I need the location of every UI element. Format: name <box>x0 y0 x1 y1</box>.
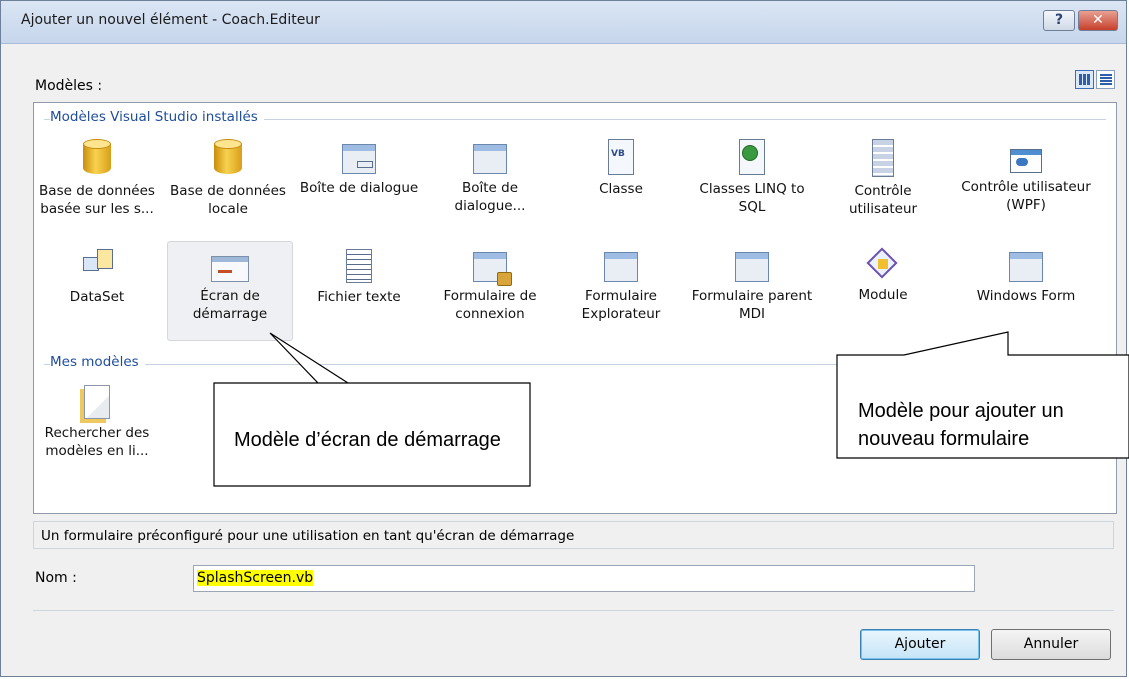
models-label: Modèles : <box>35 78 103 94</box>
splash-screen-icon <box>211 256 249 282</box>
name-input[interactable]: SplashScreen.vb <box>193 565 975 592</box>
about-dialog-icon <box>473 144 507 174</box>
template-item-dataset[interactable]: DataSet <box>34 247 160 306</box>
template-item-database-service[interactable]: Base de données basée sur les s... <box>34 139 160 218</box>
window-title: Ajouter un nouvel élément - Coach.Editeu… <box>21 12 320 28</box>
template-label: Contrôle utilisateur <box>848 183 918 217</box>
template-label: Base de données locale <box>170 183 286 217</box>
text-file-icon <box>346 249 372 283</box>
template-label: Boîte de dialogue <box>299 180 419 196</box>
template-item-wpf-control[interactable]: Contrôle utilisateur (WPF) <box>951 139 1101 214</box>
template-item-search-online[interactable]: Rechercher des modèles en li... <box>34 385 160 460</box>
template-label: Écran de démarrage <box>192 288 268 322</box>
cancel-button[interactable]: Annuler <box>991 629 1111 660</box>
user-control-icon <box>872 139 894 177</box>
explorer-form-icon <box>604 252 638 282</box>
mdi-form-icon <box>735 252 769 282</box>
template-item-module[interactable]: Module <box>820 247 946 304</box>
add-new-item-dialog: Ajouter un nouvel élément - Coach.Editeu… <box>0 0 1127 677</box>
template-item-user-control[interactable]: Contrôle utilisateur <box>820 139 946 218</box>
login-form-icon <box>473 252 512 286</box>
template-label: Formulaire Explorateur <box>581 288 661 322</box>
template-description: Un formulaire préconfiguré pour une util… <box>33 521 1114 549</box>
template-item-about-dialog[interactable]: Boîte de dialogue... <box>427 139 553 215</box>
template-label: Fichier texte <box>317 289 401 305</box>
template-item-text-file[interactable]: Fichier texte <box>296 247 422 306</box>
divider <box>33 610 1114 611</box>
list-view-icon[interactable] <box>1096 70 1115 89</box>
name-input-value: SplashScreen.vb <box>197 570 314 586</box>
template-item-class[interactable]: Classe <box>558 139 684 198</box>
large-icons-view-icon[interactable] <box>1075 70 1094 89</box>
wpf-control-icon <box>1010 149 1042 173</box>
section-title-mine: Mes modèles <box>50 354 145 370</box>
template-item-local-database[interactable]: Base de données locale <box>165 139 291 218</box>
name-label: Nom : <box>35 570 77 586</box>
template-label: Classe <box>599 181 643 197</box>
search-online-icon <box>84 385 110 419</box>
template-item-windows-form[interactable]: Windows Form <box>951 247 1101 305</box>
dialog-icon <box>342 144 376 174</box>
database-icon <box>83 139 111 177</box>
template-item-dialog[interactable]: Boîte de dialogue <box>296 139 422 197</box>
template-label: Formulaire de connexion <box>443 288 537 322</box>
template-label: Base de données basée sur les s... <box>39 183 155 217</box>
section-divider <box>44 364 1106 365</box>
callout-splash-text: Modèle d’écran de démarrage <box>234 429 501 451</box>
template-label: Formulaire parent MDI <box>691 288 813 322</box>
template-label: DataSet <box>69 289 125 305</box>
close-button[interactable]: ✕ <box>1078 10 1118 31</box>
callout-form-text: Modèle pour ajouter un nouveau formulair… <box>858 400 1064 450</box>
help-button[interactable]: ? <box>1043 10 1075 31</box>
linq-icon <box>739 139 765 175</box>
class-icon <box>608 139 634 175</box>
view-toggle <box>1073 70 1115 89</box>
windows-form-icon <box>1009 252 1043 282</box>
template-label: Classes LINQ to SQL <box>699 181 805 215</box>
template-item-login-form[interactable]: Formulaire de connexion <box>427 247 553 323</box>
template-label: Contrôle utilisateur (WPF) <box>961 179 1091 213</box>
title-bar: Ajouter un nouvel élément - Coach.Editeu… <box>1 1 1126 44</box>
template-label: Boîte de dialogue... <box>454 180 526 214</box>
dataset-icon <box>79 247 115 283</box>
module-icon <box>866 247 900 281</box>
template-item-mdi-form[interactable]: Formulaire parent MDI <box>689 247 815 323</box>
template-item-splash-screen[interactable]: Écran de démarrage <box>167 241 293 341</box>
template-label: Module <box>858 287 908 303</box>
database-icon <box>214 139 242 177</box>
template-label: Windows Form <box>976 288 1076 304</box>
template-item-explorer-form[interactable]: Formulaire Explorateur <box>558 247 684 323</box>
add-button[interactable]: Ajouter <box>860 629 980 660</box>
template-item-linq-to-sql[interactable]: Classes LINQ to SQL <box>689 139 815 216</box>
section-title-installed: Modèles Visual Studio installés <box>50 109 264 125</box>
template-label: Rechercher des modèles en li... <box>44 425 150 459</box>
